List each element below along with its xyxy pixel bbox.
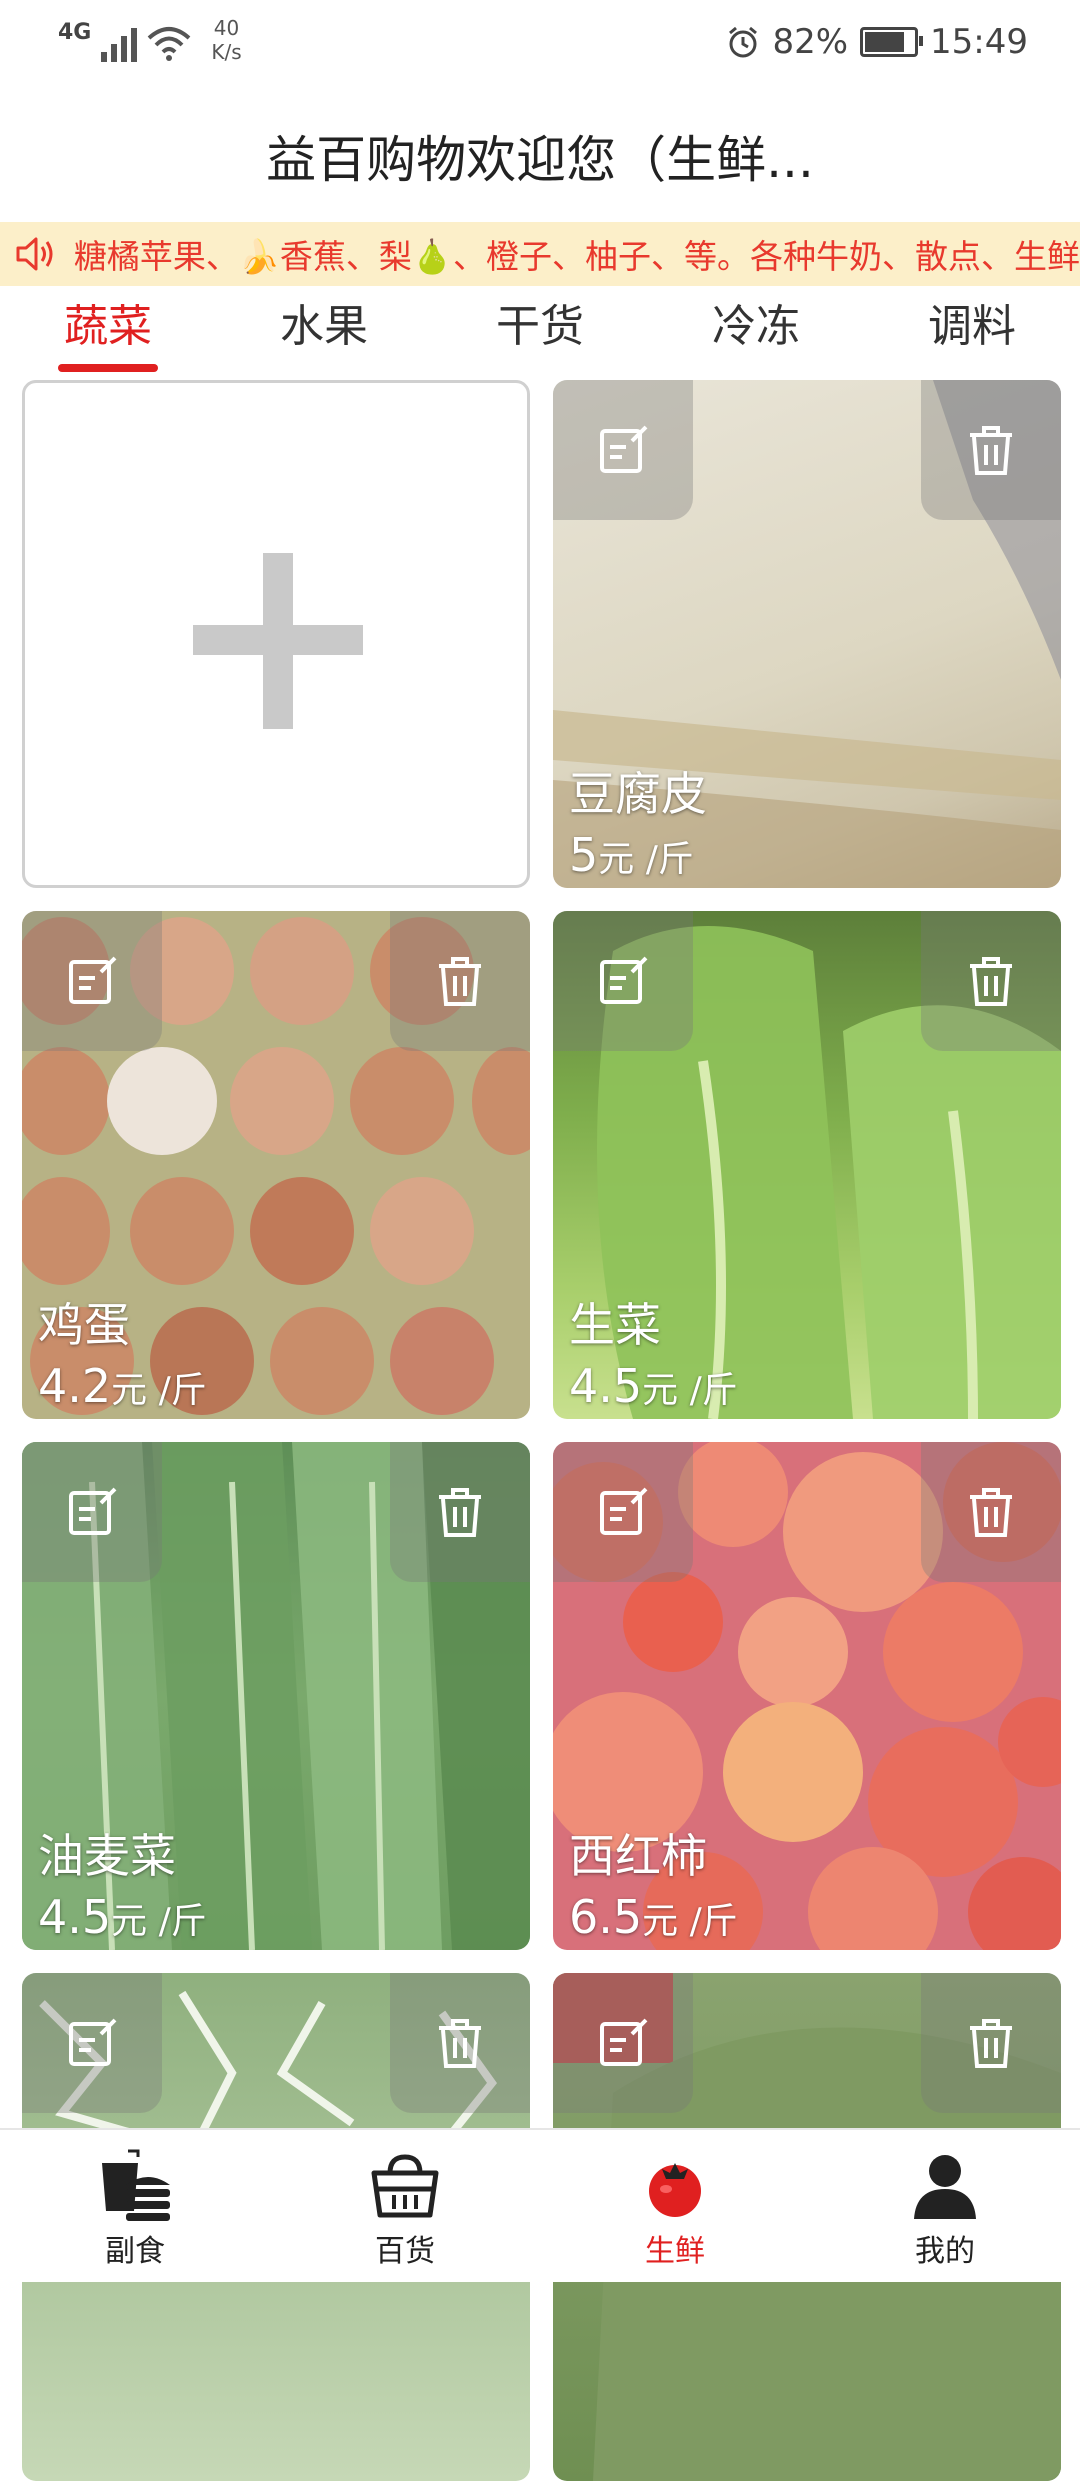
page-header: 益百购物欢迎您（生鲜... bbox=[0, 110, 1080, 210]
product-price: 5元 /斤 bbox=[569, 828, 694, 882]
product-price: 6.5元 /斤 bbox=[569, 1890, 738, 1944]
price-value: 4.2 bbox=[38, 1359, 112, 1413]
trash-icon bbox=[439, 1488, 481, 1537]
nav-item-me[interactable]: 我的 bbox=[810, 2130, 1080, 2282]
product-card[interactable]: 油麦菜 4.5元 /斤 bbox=[22, 1442, 530, 1950]
product-price: 4.2元 /斤 bbox=[38, 1359, 207, 1413]
price-unit: 元 /斤 bbox=[642, 1901, 738, 1942]
page-title: 益百购物欢迎您（生鲜... bbox=[266, 131, 814, 189]
edit-icon bbox=[600, 956, 648, 1004]
product-card[interactable]: 鸡蛋 4.2元 /斤 bbox=[22, 911, 530, 1419]
edit-button[interactable] bbox=[22, 1442, 162, 1582]
user-icon bbox=[810, 2146, 1080, 2226]
price-unit: 元 /斤 bbox=[111, 1370, 207, 1411]
battery-icon bbox=[860, 27, 924, 57]
product-name: 油麦菜 bbox=[38, 1829, 176, 1883]
product-card[interactable]: 生菜 4.5元 /斤 bbox=[553, 911, 1061, 1419]
bottom-nav: 副食 百货 生鲜 我的 bbox=[0, 2128, 1080, 2282]
nav-label: 我的 bbox=[915, 2234, 975, 2269]
fast-food-icon bbox=[0, 2146, 270, 2226]
tab-fruits[interactable]: 水果 bbox=[216, 290, 432, 380]
product-name: 豆腐皮 bbox=[569, 767, 707, 821]
nav-label: 百货 bbox=[375, 2234, 435, 2269]
notice-bar[interactable]: 糖橘苹果、🍌香蕉、梨🍐、橙子、柚子、等。各种牛奶、散点、生鲜 bbox=[0, 222, 1080, 286]
edit-button[interactable] bbox=[553, 1973, 693, 2113]
edit-icon bbox=[69, 1487, 117, 1535]
signal-icon bbox=[101, 22, 138, 62]
alarm-icon bbox=[729, 26, 758, 58]
edit-button[interactable] bbox=[22, 911, 162, 1051]
nav-item-fresh[interactable]: 生鲜 bbox=[540, 2130, 810, 2282]
speed-value: 40 bbox=[213, 16, 240, 40]
delete-button[interactable] bbox=[921, 380, 1061, 520]
notice-text: 糖橘苹果、🍌香蕉、梨🍐、橙子、柚子、等。各种牛奶、散点、生鲜 bbox=[73, 237, 1080, 276]
tab-frozen[interactable]: 冷冻 bbox=[648, 290, 864, 380]
edit-button[interactable] bbox=[553, 911, 693, 1051]
trash-icon bbox=[439, 2019, 481, 2068]
edit-button[interactable] bbox=[553, 1442, 693, 1582]
edit-button[interactable] bbox=[553, 380, 693, 520]
trash-icon bbox=[970, 957, 1012, 1006]
price-unit: 元 /斤 bbox=[642, 1370, 738, 1411]
delete-button[interactable] bbox=[390, 1442, 530, 1582]
nav-item-general[interactable]: 百货 bbox=[270, 2130, 540, 2282]
category-tabs: 蔬菜 水果 干货 冷冻 调料 bbox=[0, 290, 1080, 380]
trash-icon bbox=[970, 426, 1012, 475]
price-value: 4.5 bbox=[569, 1359, 643, 1413]
price-unit: 元 /斤 bbox=[598, 839, 694, 880]
product-name: 西红柿 bbox=[569, 1829, 707, 1883]
price-value: 5 bbox=[569, 828, 599, 882]
tab-vegetables[interactable]: 蔬菜 bbox=[0, 290, 216, 380]
tab-seasonings[interactable]: 调料 bbox=[864, 290, 1080, 380]
trash-icon bbox=[970, 1488, 1012, 1537]
edit-icon bbox=[600, 2018, 648, 2066]
delete-button[interactable] bbox=[921, 1442, 1061, 1582]
status-bar: 4G 40 K/s 82% 15:49 bbox=[0, 0, 1080, 96]
product-name: 生菜 bbox=[569, 1298, 661, 1352]
battery-percent: 82% bbox=[772, 22, 849, 62]
product-price: 4.5元 /斤 bbox=[38, 1890, 207, 1944]
speed-unit: K/s bbox=[211, 40, 242, 64]
edit-button[interactable] bbox=[22, 1973, 162, 2113]
edit-icon bbox=[600, 425, 648, 473]
tab-dry-goods[interactable]: 干货 bbox=[432, 290, 648, 380]
price-value: 6.5 bbox=[569, 1890, 643, 1944]
network-type: 4G bbox=[58, 20, 92, 45]
wifi-icon bbox=[148, 27, 191, 61]
basket-icon bbox=[270, 2146, 540, 2226]
tomato-icon bbox=[540, 2146, 810, 2226]
nav-item-snacks[interactable]: 副食 bbox=[0, 2130, 270, 2282]
status-left: 4G 40 K/s bbox=[58, 16, 242, 64]
delete-button[interactable] bbox=[390, 1973, 530, 2113]
trash-icon bbox=[970, 2019, 1012, 2068]
price-unit: 元 /斤 bbox=[111, 1901, 207, 1942]
add-product-button[interactable] bbox=[22, 380, 530, 888]
delete-button[interactable] bbox=[921, 1973, 1061, 2113]
speaker-icon bbox=[8, 222, 64, 286]
clock: 15:49 bbox=[930, 22, 1028, 62]
edit-icon bbox=[69, 2018, 117, 2066]
network-speed: 40 K/s bbox=[211, 16, 241, 64]
plus-icon-vertical bbox=[263, 553, 293, 729]
product-card[interactable]: 豆腐皮 5元 /斤 bbox=[553, 380, 1061, 888]
nav-label: 副食 bbox=[105, 2234, 165, 2269]
edit-icon bbox=[69, 956, 117, 1004]
trash-icon bbox=[439, 957, 481, 1006]
nav-label: 生鲜 bbox=[645, 2234, 705, 2269]
product-price: 4.5元 /斤 bbox=[569, 1359, 738, 1413]
delete-button[interactable] bbox=[921, 911, 1061, 1051]
product-name: 鸡蛋 bbox=[38, 1298, 130, 1352]
delete-button[interactable] bbox=[390, 911, 530, 1051]
product-card[interactable]: 西红柿 6.5元 /斤 bbox=[553, 1442, 1061, 1950]
edit-icon bbox=[600, 1487, 648, 1535]
status-right: 82% 15:49 bbox=[726, 22, 1028, 62]
price-value: 4.5 bbox=[38, 1890, 112, 1944]
